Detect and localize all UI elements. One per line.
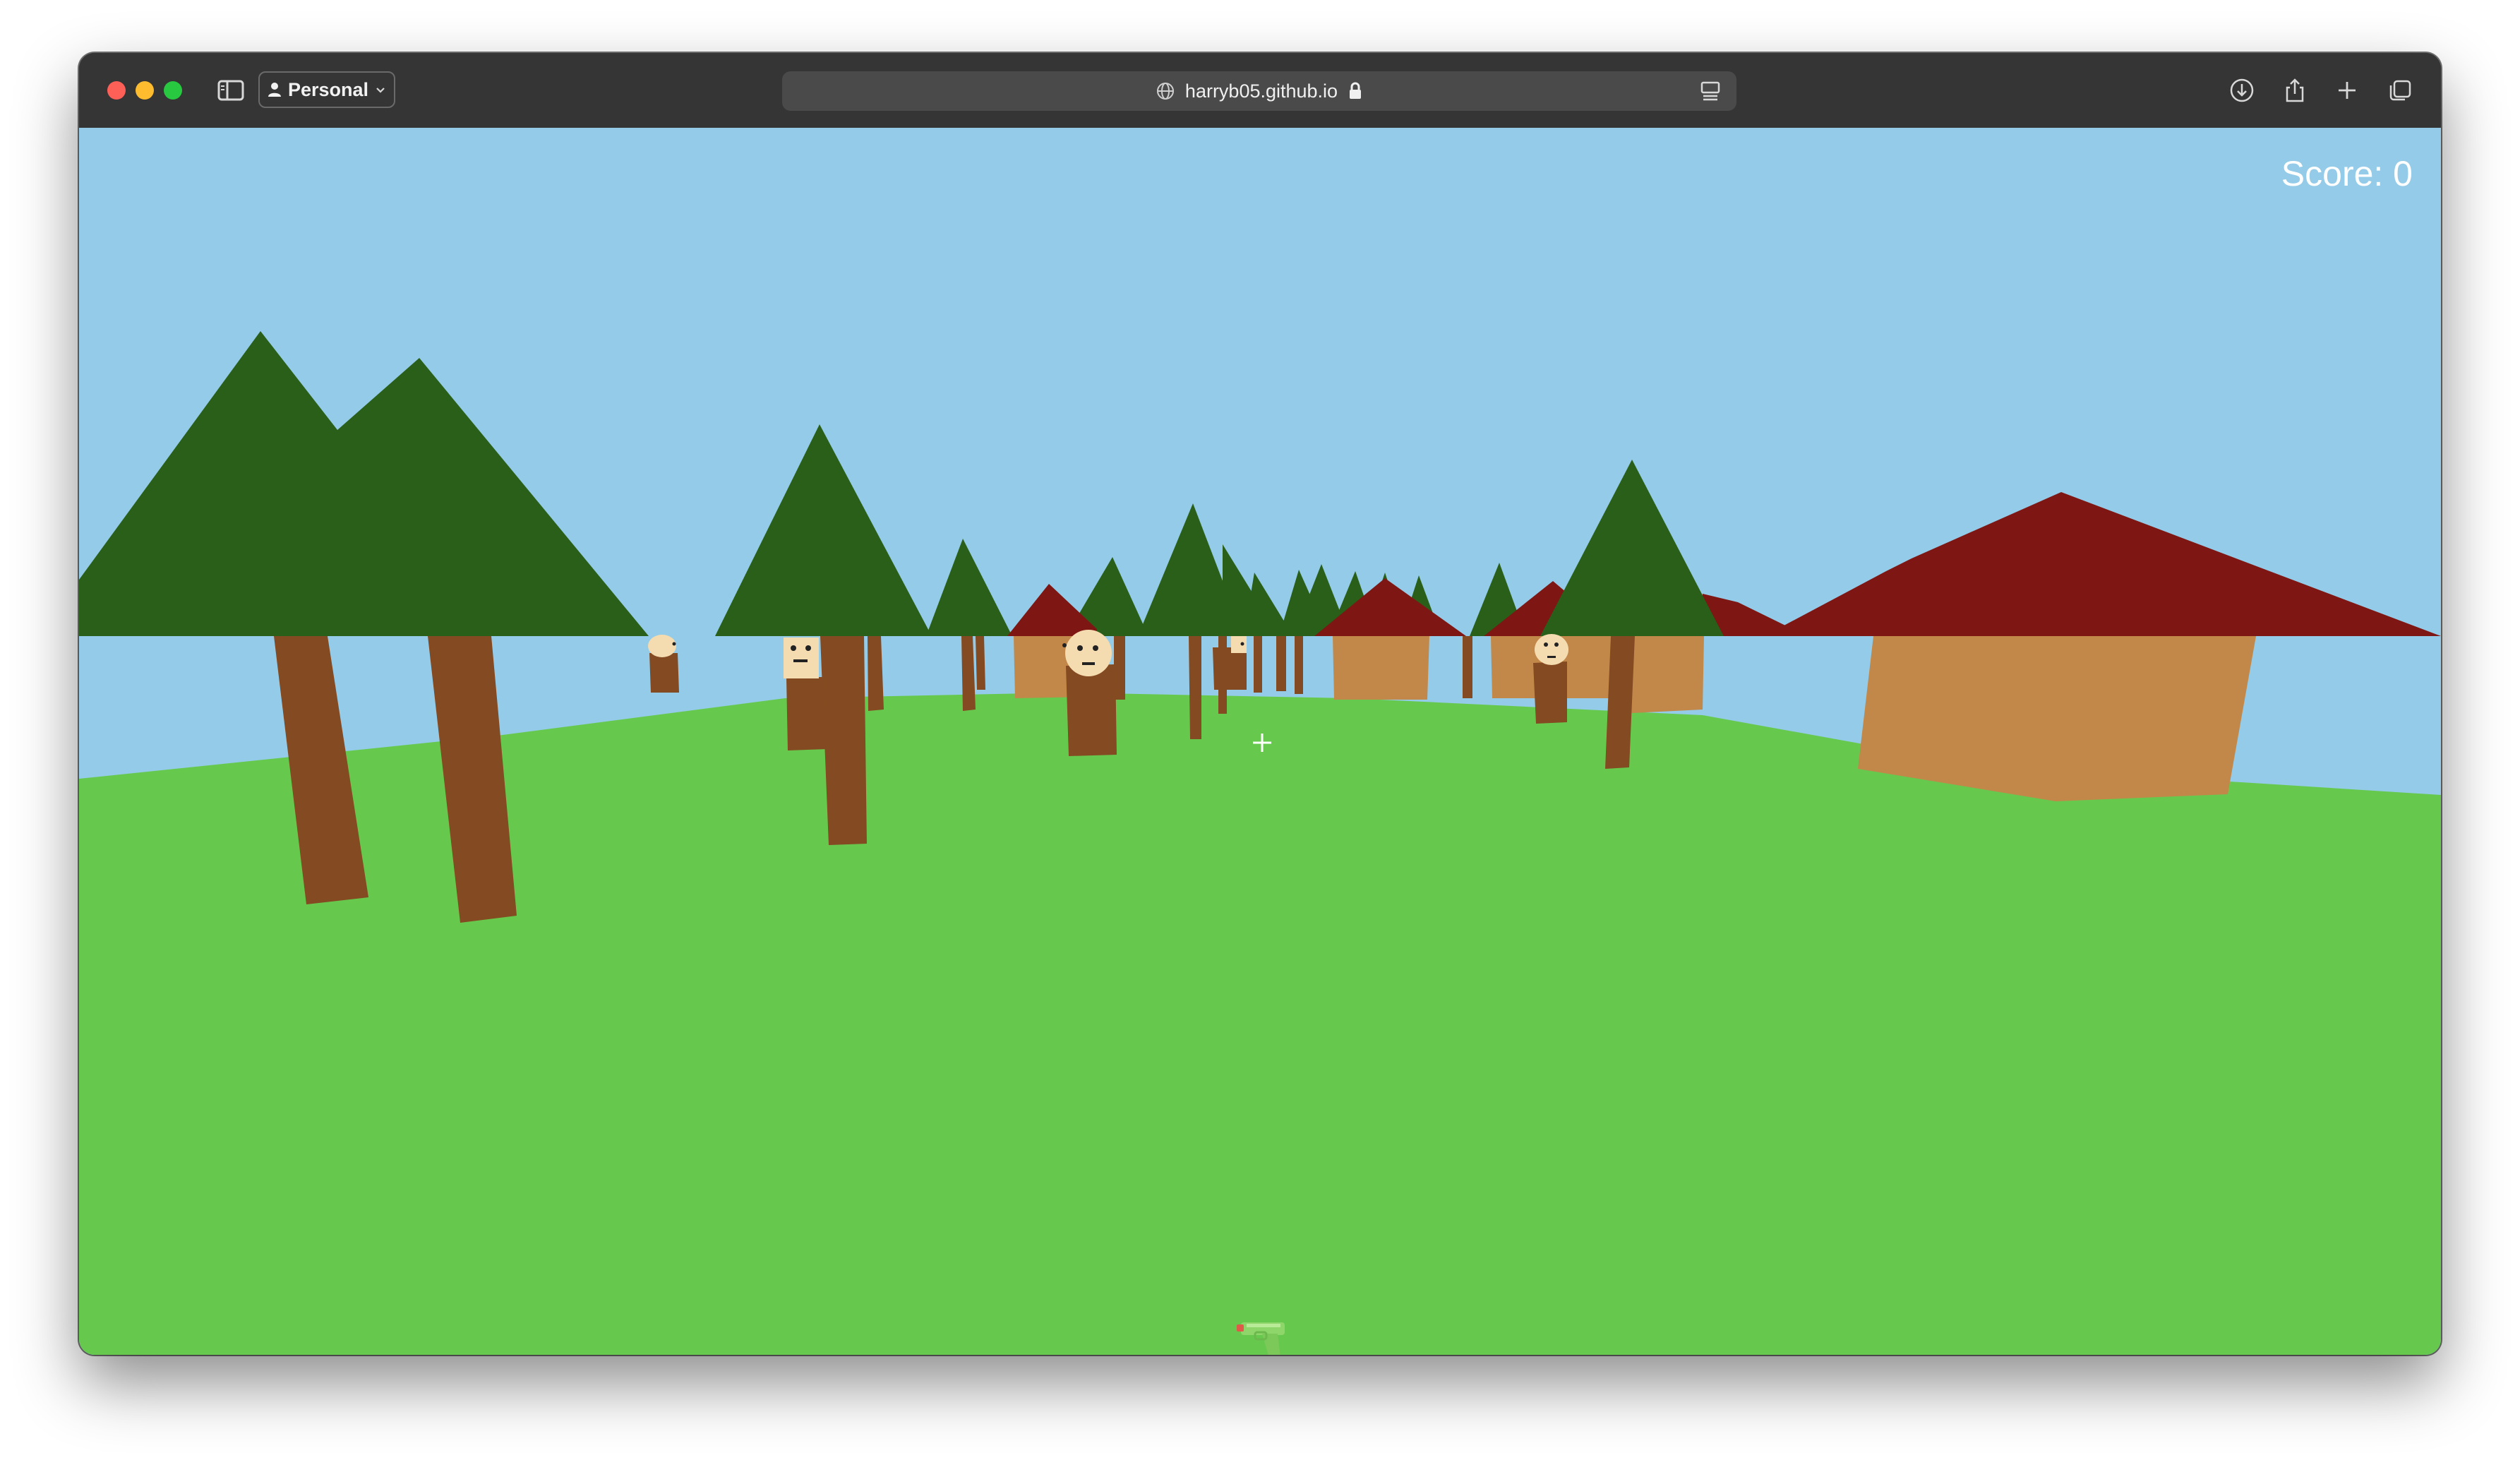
share-icon[interactable] xyxy=(2279,74,2311,107)
chevron-down-icon xyxy=(376,88,385,93)
tree-trunk xyxy=(1276,636,1286,691)
character[interactable] xyxy=(1533,634,1568,724)
tree-trunk xyxy=(1295,636,1303,694)
tree-trunk xyxy=(1463,636,1472,698)
url-text: harryb05.github.io xyxy=(1184,80,1338,102)
reader-icon[interactable] xyxy=(1694,74,1727,107)
score-display: Score: 0 xyxy=(2281,154,2413,193)
minimize-window-button[interactable] xyxy=(136,81,154,100)
download-icon[interactable] xyxy=(2226,74,2258,107)
browser-window: Personal harryb05.github.io Score: 0 xyxy=(79,53,2441,1355)
sidebar-icon[interactable] xyxy=(215,74,247,107)
water-pistol-icon xyxy=(1237,1322,1285,1355)
game-viewport[interactable]: Score: 0 xyxy=(79,128,2441,1355)
lock-icon xyxy=(1350,82,1362,99)
globe-icon xyxy=(1156,83,1174,100)
close-window-button[interactable] xyxy=(107,81,126,100)
tree-trunk xyxy=(1189,636,1201,739)
zoom-window-button[interactable] xyxy=(164,81,182,100)
address-bar[interactable]: harryb05.github.io xyxy=(782,71,1736,111)
tree-trunk xyxy=(868,636,884,711)
tree-trunk xyxy=(1254,636,1262,693)
browser-titlebar: Personal harryb05.github.io xyxy=(79,53,2441,129)
person-icon xyxy=(268,83,281,97)
profile-label: Personal xyxy=(287,78,369,100)
crosshair-icon xyxy=(1253,734,1271,752)
house-wall-near xyxy=(1858,636,2256,801)
character[interactable] xyxy=(648,635,679,693)
house-wall xyxy=(1333,636,1429,700)
character[interactable] xyxy=(1062,630,1117,756)
tree-trunk xyxy=(976,636,985,690)
plus-icon[interactable] xyxy=(2331,74,2363,107)
tabs-icon[interactable] xyxy=(2384,74,2416,107)
profile-button[interactable]: Personal xyxy=(258,71,395,108)
